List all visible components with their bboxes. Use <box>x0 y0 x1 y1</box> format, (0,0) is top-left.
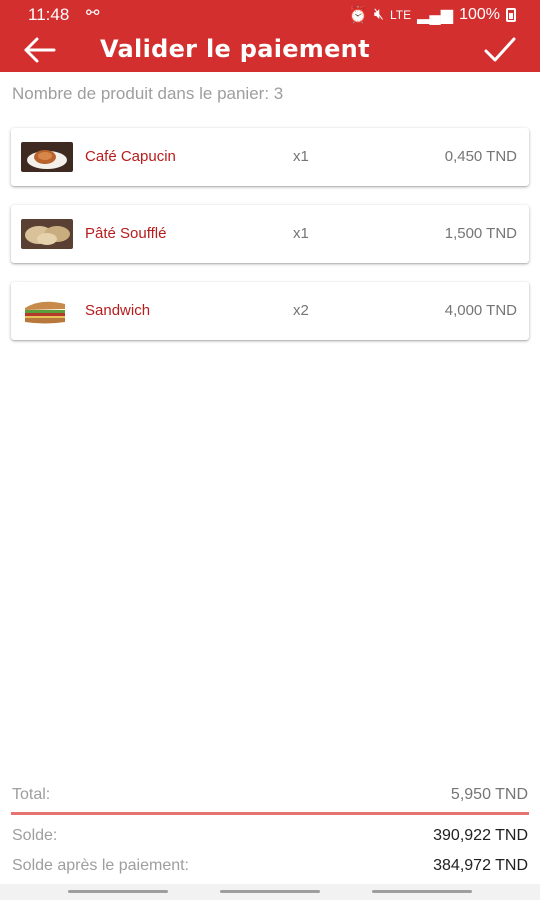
item-name: Café Capucin <box>85 148 176 165</box>
item-price: 1,500 TND <box>444 225 517 242</box>
confirm-button[interactable] <box>482 34 518 66</box>
alarm-icon: ⏰ <box>347 7 368 24</box>
app-bar: 11:48 ⚯ ⏰ 🔇︎ LTE ▂▄▆ 100% Valider le pai… <box>0 0 540 72</box>
item-price: 0,450 TND <box>444 148 517 165</box>
sandwich-thumbnail <box>21 296 73 326</box>
item-name: Sandwich <box>85 302 151 319</box>
status-icons: ⏰ 🔇︎ LTE ▂▄▆ 100% <box>348 5 516 25</box>
coffee-thumbnail <box>21 142 73 172</box>
system-nav-bar <box>0 884 540 900</box>
total-label: Total: <box>12 786 51 803</box>
item-quantity: x1 <box>293 225 309 242</box>
status-bar: 11:48 ⚯ ⏰ 🔇︎ LTE ▂▄▆ 100% <box>0 0 540 28</box>
arrow-left-icon <box>24 37 56 63</box>
pastry-thumbnail <box>21 219 73 249</box>
status-time: 11:48 <box>28 5 70 24</box>
solde-label: Solde: <box>12 827 58 844</box>
cart-item-cafe-capucin[interactable]: Café Capucin x1 0,450 TND <box>11 128 529 186</box>
signal-icon: ▂▄▆ <box>417 7 454 24</box>
toolbar: Valider le paiement <box>0 28 540 72</box>
battery-icon <box>506 8 516 22</box>
cart-count: Nombre de produit dans le panier: 3 <box>12 84 284 103</box>
solde-after-value: 384,972 TND <box>433 857 528 874</box>
solde-after-label: Solde après le paiement: <box>12 857 189 874</box>
nav-recents-button[interactable] <box>68 890 168 893</box>
link-icon: ⚯ <box>86 5 100 22</box>
item-price: 4,000 TND <box>444 302 517 319</box>
item-quantity: x1 <box>293 148 309 165</box>
checkmark-icon <box>484 37 516 62</box>
lte-indicator: LTE <box>390 8 412 22</box>
cart-item-sandwich[interactable]: Sandwich x2 4,000 TND <box>11 282 529 340</box>
mute-icon: 🔇︎ <box>373 6 384 23</box>
item-name: Pâté Soufflé <box>85 225 167 242</box>
item-quantity: x2 <box>293 302 309 319</box>
total-value: 5,950 TND <box>450 786 528 803</box>
nav-back-button[interactable] <box>372 890 472 893</box>
back-button[interactable] <box>22 34 58 66</box>
summary-divider <box>11 812 529 815</box>
nav-home-button[interactable] <box>220 890 320 893</box>
battery-percent: 100% <box>459 6 500 23</box>
cart-item-pate-souffle[interactable]: Pâté Soufflé x1 1,500 TND <box>11 205 529 263</box>
page-title: Valider le paiement <box>100 35 370 63</box>
solde-value: 390,922 TND <box>433 827 528 844</box>
